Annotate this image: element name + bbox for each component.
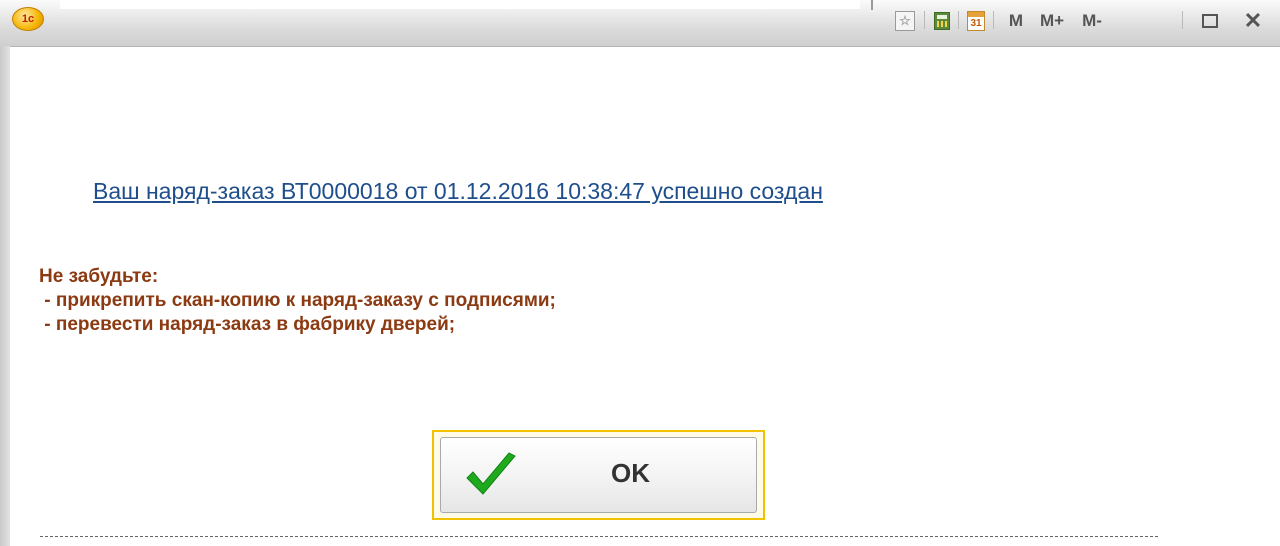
- close-icon[interactable]: ✕: [1240, 8, 1266, 33]
- reminder-heading: Не забудьте:: [39, 266, 159, 287]
- toolbar-separator: [1182, 11, 1183, 29]
- checkmark-icon: [466, 452, 516, 495]
- titlebar-divider: [871, 0, 873, 10]
- toolbar-separator: [958, 11, 959, 29]
- maximize-icon[interactable]: [1202, 9, 1218, 33]
- memory-button[interactable]: M: [1005, 9, 1027, 33]
- ok-button-label: OK: [611, 458, 650, 488]
- title-bar: 1c ☆ 31 M M+ M- ✕: [0, 0, 1280, 47]
- toolbar-separator: [924, 11, 925, 29]
- toolbar-separator: [993, 11, 994, 29]
- reminder-text: Не забудьте: - прикрепить скан-копию к н…: [39, 265, 556, 337]
- favorites-icon[interactable]: ☆: [895, 9, 915, 33]
- dialog-window: 1c ☆ 31 M M+ M- ✕ Ваш наряд-заказ ВТ0000…: [0, 0, 1280, 546]
- ok-button[interactable]: OK: [440, 437, 757, 513]
- memory-minus-button[interactable]: M-: [1075, 9, 1109, 33]
- reminder-item-transfer-order: - перевести наряд-заказ в фабрику дверей…: [39, 314, 456, 335]
- calendar-icon[interactable]: 31: [967, 9, 985, 33]
- app-logo-icon[interactable]: 1c: [12, 7, 44, 31]
- calendar-day: 31: [967, 11, 985, 31]
- app-logo-text: 1c: [21, 13, 35, 25]
- reminder-item-attach-scan: - прикрепить скан-копию к наряд-заказу с…: [39, 290, 556, 311]
- calculator-icon[interactable]: [934, 9, 950, 33]
- window-left-border: [0, 46, 10, 546]
- dashed-divider: [40, 536, 1158, 537]
- titlebar-background-gap: [60, 0, 860, 9]
- memory-plus-button[interactable]: M+: [1035, 9, 1069, 33]
- order-created-link[interactable]: Ваш наряд-заказ ВТ0000018 от 01.12.2016 …: [93, 178, 823, 205]
